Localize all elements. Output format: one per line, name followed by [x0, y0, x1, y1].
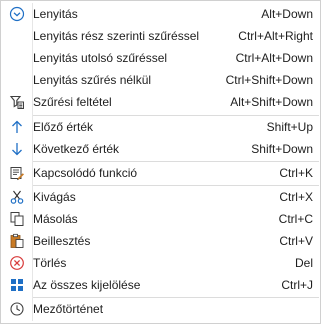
menu-item-expand[interactable]: Lenyitás Alt+Down [2, 3, 319, 25]
menu-item-delete[interactable]: Törlés Del [2, 252, 319, 274]
menu-item-expand-last-filter[interactable]: Lenyitás utolsó szűréssel Ctrl+Alt+Down [2, 47, 319, 69]
menu-item-shortcut: Ctrl+K [279, 166, 313, 180]
arrow-up-icon [8, 118, 26, 136]
menu-item-label: Előző érték [33, 120, 94, 134]
menu-item-paste[interactable]: Beillesztés Ctrl+V [2, 230, 319, 252]
menu-item-label: Lenyitás utolsó szűréssel [33, 51, 168, 65]
select-all-icon [8, 276, 26, 294]
menu-item-cut[interactable]: Kivágás Ctrl+X [2, 186, 319, 208]
arrow-down-icon [8, 140, 26, 158]
menu-item-shortcut: Alt+Down [261, 7, 313, 21]
menu-item-shortcut: Shift+Down [251, 142, 313, 156]
menu-item-previous-value[interactable]: Előző érték Shift+Up [2, 116, 319, 138]
menu-item-shortcut: Ctrl+V [279, 234, 313, 248]
copy-icon [8, 210, 26, 228]
menu-item-label: Lenyitás szűrés nélkül [33, 73, 152, 87]
menu-item-shortcut: Ctrl+Shift+Down [225, 73, 313, 87]
menu-item-label: Következő érték [33, 142, 120, 156]
menu-item-label: Kivágás [33, 190, 76, 204]
menu-item-label: Másolás [33, 212, 78, 226]
menu-item-shortcut: Ctrl+Alt+Right [238, 29, 313, 43]
menu-item-label: Mezőtörténet [33, 302, 104, 316]
filter-icon [8, 93, 26, 111]
scissors-icon [8, 188, 26, 206]
menu-item-shortcut: Alt+Shift+Down [230, 95, 313, 109]
menu-item-label: Szűrési feltétel [33, 95, 112, 109]
menu-item-next-value[interactable]: Következő érték Shift+Down [2, 138, 319, 160]
delete-icon [8, 254, 26, 272]
menu-item-copy[interactable]: Másolás Ctrl+C [2, 208, 319, 230]
menu-item-label: Lenyitás rész szerinti szűréssel [33, 29, 200, 43]
menu-item-expand-partial-filter[interactable]: Lenyitás rész szerinti szűréssel Ctrl+Al… [2, 25, 319, 47]
related-function-icon [8, 164, 26, 182]
menu-item-label: Az összes kijelölése [33, 278, 141, 292]
menu-item-shortcut: Ctrl+J [281, 278, 313, 292]
chevron-down-circle-icon [8, 5, 26, 23]
menu-item-shortcut: Shift+Up [266, 120, 313, 134]
menu-item-filter-condition[interactable]: Szűrési feltétel Alt+Shift+Down [2, 91, 319, 113]
paste-icon [8, 232, 26, 250]
menu-item-expand-no-filter[interactable]: Lenyitás szűrés nélkül Ctrl+Shift+Down [2, 69, 319, 91]
menu-item-shortcut: Ctrl+C [278, 212, 313, 226]
menu-item-shortcut: Ctrl+Alt+Down [235, 51, 313, 65]
context-menu: Lenyitás Alt+Down Lenyitás rész szerinti… [0, 0, 321, 324]
menu-item-select-all[interactable]: Az összes kijelölése Ctrl+J [2, 274, 319, 296]
menu-item-related-function[interactable]: Kapcsolódó funkció Ctrl+K [2, 162, 319, 184]
menu-item-label: Kapcsolódó funkció [33, 166, 138, 180]
menu-item-label: Beillesztés [33, 234, 91, 248]
menu-item-shortcut: Del [294, 256, 313, 270]
menu-item-label: Törlés [33, 256, 67, 270]
menu-item-field-history[interactable]: Mezőtörténet [2, 298, 319, 320]
history-icon [8, 300, 26, 318]
menu-item-label: Lenyitás [33, 7, 78, 21]
menu-item-shortcut: Ctrl+X [279, 190, 313, 204]
